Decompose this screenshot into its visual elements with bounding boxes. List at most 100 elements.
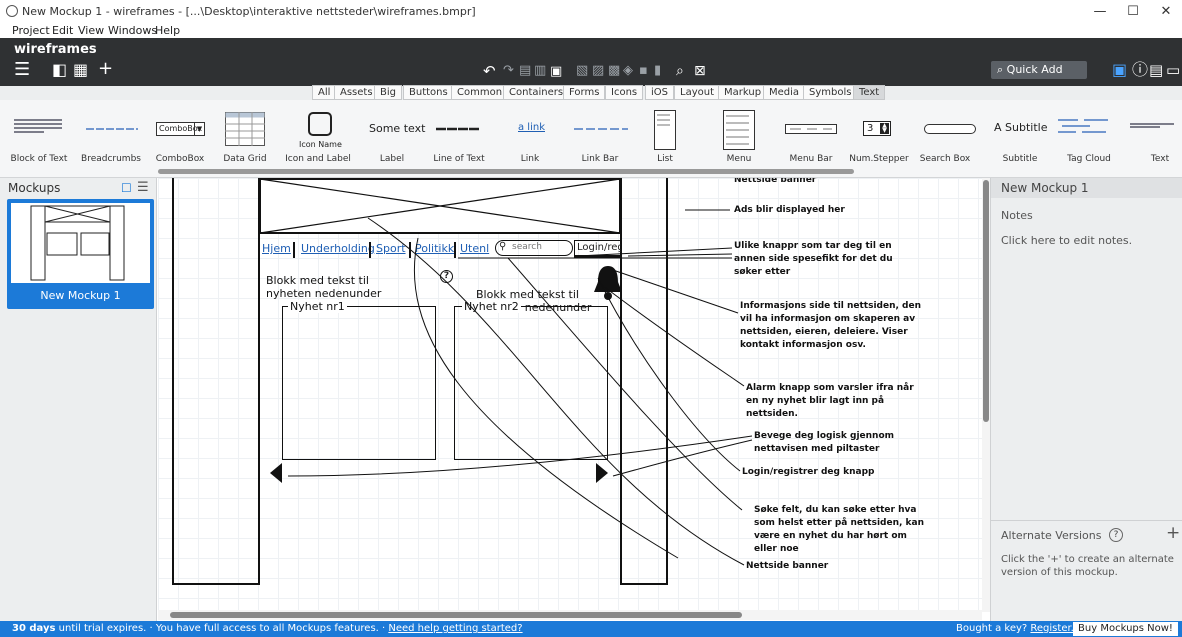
library-scrollbar[interactable] bbox=[158, 169, 854, 174]
component-label-num-stepper: Num.Stepper bbox=[849, 154, 909, 164]
combobox-preview[interactable]: ComboBox ▼ bbox=[156, 122, 205, 136]
mockup-thumbnail-label: New Mockup 1 bbox=[40, 289, 121, 302]
filter-containers[interactable]: Containers bbox=[503, 85, 570, 100]
paste-icon[interactable]: ▣ bbox=[550, 63, 562, 81]
filter-layout[interactable]: Layout bbox=[674, 85, 720, 100]
annotation-banner-bottom: Nettside banner bbox=[746, 561, 829, 571]
menu-help[interactable]: Help bbox=[155, 24, 180, 37]
notes-edit-hint[interactable]: Click here to edit notes. bbox=[1001, 234, 1132, 247]
filter-big[interactable]: Big bbox=[374, 85, 402, 100]
delete-icon[interactable]: ▮ bbox=[654, 64, 661, 78]
annotation-banner-top: Nettside banner bbox=[734, 178, 817, 185]
link-preview[interactable]: a link bbox=[518, 122, 545, 133]
component-label-menu-bar: Menu Bar bbox=[789, 154, 833, 164]
group-icon[interactable]: ▧ bbox=[576, 64, 588, 78]
alternate-help-icon[interactable]: ? bbox=[1109, 528, 1123, 542]
align-icon[interactable]: ▨ bbox=[592, 64, 604, 78]
arrange-icon[interactable]: ▩ bbox=[608, 64, 620, 78]
search-icon[interactable]: ⌕ bbox=[676, 62, 684, 80]
vertical-scroll-thumb[interactable] bbox=[983, 180, 989, 422]
mockups-panel-title: Mockups bbox=[8, 181, 61, 195]
annotation-ads: Ads blir displayed her bbox=[734, 205, 845, 215]
bought-key-text: Bought a key? Register... bbox=[956, 623, 1081, 634]
undo-icon[interactable]: ↶ bbox=[483, 62, 496, 80]
app-icon bbox=[6, 5, 18, 17]
info-icon[interactable]: ⓘ bbox=[1132, 61, 1148, 79]
horizontal-scroll-thumb[interactable] bbox=[170, 612, 742, 618]
component-label-icon-and-label: Icon and Label bbox=[285, 154, 351, 164]
filter-media[interactable]: Media bbox=[763, 85, 806, 100]
num-stepper-preview[interactable]: 3 ▲ ▼ bbox=[863, 121, 891, 136]
filter-markup[interactable]: Markup bbox=[718, 85, 768, 100]
tag-cloud-preview[interactable] bbox=[1058, 117, 1110, 135]
line-of-text-preview[interactable] bbox=[436, 127, 480, 131]
filter-ios[interactable]: iOS bbox=[645, 85, 674, 100]
search-box-preview[interactable] bbox=[924, 124, 976, 134]
component-label-label: Label bbox=[379, 154, 405, 164]
properties-icon[interactable]: ▤ bbox=[1149, 61, 1163, 79]
data-grid-preview[interactable] bbox=[225, 112, 265, 146]
menu-preview[interactable] bbox=[723, 110, 755, 150]
menu-bar-preview[interactable] bbox=[785, 124, 837, 134]
thumbnail-view-icon[interactable]: ☐ bbox=[121, 181, 132, 195]
filter-common[interactable]: Common bbox=[451, 85, 509, 100]
menu-view[interactable]: View bbox=[78, 24, 104, 37]
fullscreen-icon[interactable]: ⊠ bbox=[694, 62, 706, 80]
panel-divider bbox=[991, 520, 1182, 521]
list-preview[interactable] bbox=[654, 110, 676, 150]
breadcrumbs-preview[interactable] bbox=[86, 127, 138, 131]
redo-icon[interactable]: ↷ bbox=[503, 64, 514, 78]
component-label-menu: Menu bbox=[726, 154, 752, 164]
add-alternate-button[interactable]: + bbox=[1166, 523, 1180, 543]
filter-assets[interactable]: Assets bbox=[334, 85, 379, 100]
quick-add-input[interactable]: ⌕ Quick Add bbox=[991, 61, 1087, 79]
menu-edit[interactable]: Edit bbox=[52, 24, 73, 37]
filter-forms[interactable]: Forms bbox=[563, 85, 606, 100]
menu-windows[interactable]: Windows bbox=[108, 24, 157, 37]
grid-view-icon[interactable]: ▦ bbox=[73, 61, 88, 79]
menu-project[interactable]: Project bbox=[12, 24, 50, 37]
canvas-vertical-scrollbar[interactable] bbox=[982, 178, 990, 612]
link-bar-preview[interactable] bbox=[574, 127, 628, 131]
mockup-title-field[interactable]: New Mockup 1 bbox=[991, 178, 1182, 198]
minimize-button[interactable]: — bbox=[1085, 2, 1115, 22]
panel-toggle-icon[interactable]: ◧ bbox=[52, 61, 67, 79]
icon-and-label-preview[interactable] bbox=[308, 112, 332, 136]
block-of-text-preview[interactable] bbox=[14, 118, 64, 134]
filter-all[interactable]: All bbox=[312, 85, 337, 100]
annotation-buttons: Ulike knappr som tar deg til en annen si… bbox=[734, 241, 893, 277]
label-preview[interactable]: Some text bbox=[369, 122, 425, 135]
close-button[interactable]: ✕ bbox=[1151, 2, 1181, 22]
component-label-list: List bbox=[657, 154, 673, 164]
buy-mockups-button[interactable]: Buy Mockups Now! bbox=[1073, 622, 1178, 636]
annotation-arrows: Bevege deg logisk gjennom nettavisen med… bbox=[754, 431, 895, 454]
list-view-icon[interactable]: ☰ bbox=[137, 180, 149, 195]
filter-buttons[interactable]: Buttons bbox=[403, 85, 454, 100]
subtitle-preview[interactable]: A Subtitle bbox=[994, 121, 1047, 134]
canvas-horizontal-scrollbar[interactable] bbox=[158, 610, 982, 620]
title-bar: New Mockup 1 - wireframes - [...\Desktop… bbox=[0, 0, 1182, 24]
copy-icon[interactable]: ▤ bbox=[519, 64, 531, 78]
help-link[interactable]: Need help getting started? bbox=[388, 623, 522, 634]
text-preview[interactable] bbox=[1130, 122, 1174, 128]
filter-symbols[interactable]: Symbols bbox=[803, 85, 858, 100]
filter-icons[interactable]: Icons bbox=[605, 85, 644, 100]
cut-icon[interactable]: ▥ bbox=[534, 64, 546, 78]
ui-library-strip bbox=[0, 100, 1182, 178]
icon-name-preview: Icon Name bbox=[299, 140, 342, 149]
project-info-icon[interactable]: ▣ bbox=[1112, 61, 1127, 79]
component-label-line-of-text: Line of Text bbox=[433, 154, 485, 164]
mockup-thumbnail[interactable]: New Mockup 1 bbox=[7, 199, 154, 309]
mockup-canvas[interactable]: Hjem Underholding Sport Politikk Utenl ⚲… bbox=[158, 178, 988, 612]
present-icon[interactable]: ▭ bbox=[1166, 61, 1180, 79]
lock-icon[interactable]: ▪ bbox=[639, 64, 648, 78]
filter-text[interactable]: Text bbox=[853, 85, 886, 100]
add-mockup-icon[interactable]: + bbox=[98, 60, 113, 78]
distribute-icon[interactable]: ◈ bbox=[623, 64, 633, 78]
maximize-button[interactable]: ☐ bbox=[1118, 2, 1148, 22]
notes-label: Notes bbox=[1001, 209, 1033, 222]
hamburger-menu-icon[interactable]: ☰ bbox=[14, 61, 30, 79]
component-label-link: Link bbox=[520, 154, 540, 164]
annotation-login: Login/registrer deg knapp bbox=[742, 467, 875, 477]
annotation-info: Informasjons side til nettsiden, den vil… bbox=[740, 301, 922, 350]
